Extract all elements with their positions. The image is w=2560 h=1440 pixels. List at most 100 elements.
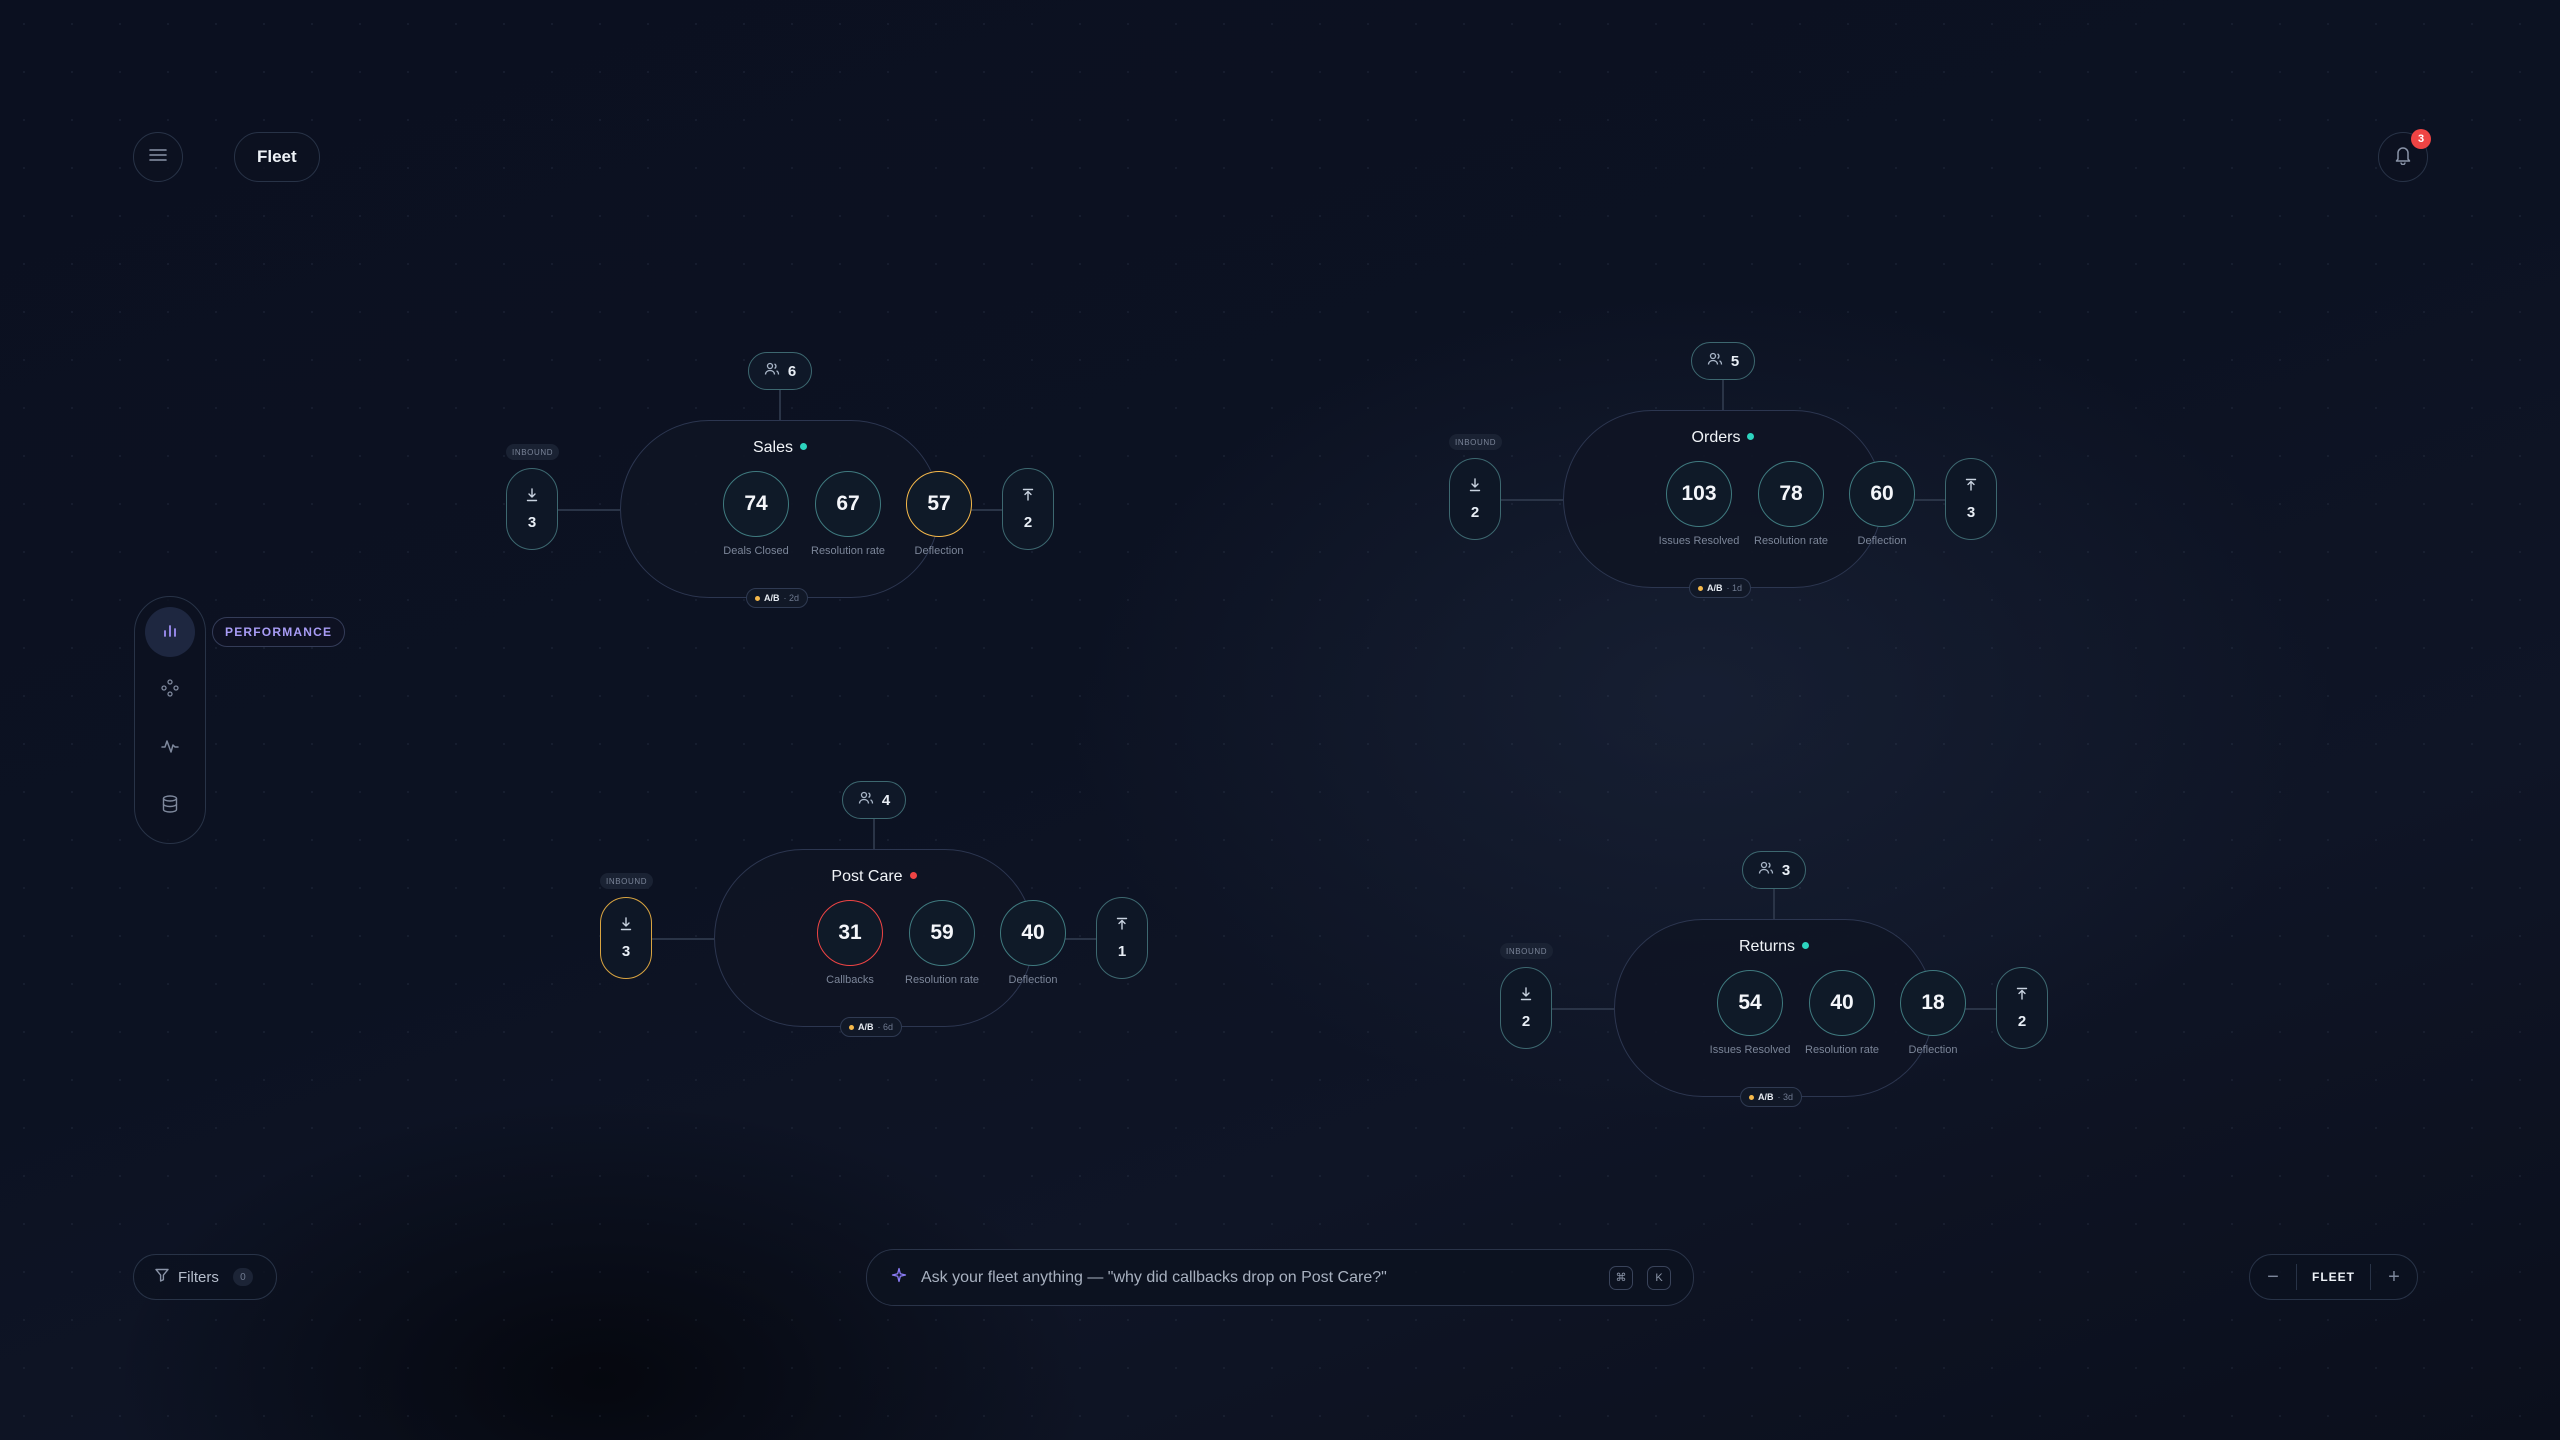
ab-test-pill[interactable]: A/B · 1d <box>1689 578 1752 598</box>
metric-value: 18 <box>1900 970 1966 1036</box>
metric-deals-closed[interactable]: 74 Deals Closed <box>711 471 801 557</box>
metric-label: Resolution rate <box>1805 1044 1879 1056</box>
cluster-card[interactable]: Orders 103 Issues Resolved 78 Resolution rat… <box>1563 410 1915 588</box>
bar-chart-icon <box>161 621 179 644</box>
metric-issues-resolved[interactable]: 54 Issues Resolved <box>1705 970 1795 1056</box>
metric-deflection[interactable]: 18 Deflection <box>1888 970 1978 1056</box>
team-count-pill[interactable]: 4 <box>842 781 906 819</box>
metric-deflection[interactable]: 60 Deflection <box>1837 461 1927 547</box>
upload-icon <box>1965 478 1977 496</box>
people-icon <box>1758 861 1774 879</box>
metric-label: Resolution rate <box>905 974 979 986</box>
ask-fleet-input[interactable] <box>921 1268 1595 1287</box>
outbound-pill[interactable]: 3 <box>1945 458 1997 540</box>
metric-issues-resolved[interactable]: 103 Issues Resolved <box>1654 461 1744 547</box>
metric-label: Resolution rate <box>1754 535 1828 547</box>
sidebar-item-database[interactable] <box>145 781 195 831</box>
metric-label: Deflection <box>914 545 964 557</box>
ab-status-dot <box>849 1024 854 1030</box>
metric-deflection[interactable]: 40 Deflection <box>988 900 1078 986</box>
ab-label: A/B <box>1707 583 1723 593</box>
metric-value: 60 <box>1849 461 1915 527</box>
filters-button[interactable]: Filters 0 <box>133 1254 277 1300</box>
inbound-pill[interactable]: 2 <box>1500 967 1552 1049</box>
people-icon <box>1707 352 1723 370</box>
sidebar-item-nodes[interactable] <box>145 665 195 715</box>
inbound-count: 2 <box>1521 1012 1531 1030</box>
ab-test-pill[interactable]: A/B · 6d <box>840 1017 903 1037</box>
inbound-pill[interactable]: 3 <box>600 897 652 979</box>
metric-resolution-rate[interactable]: 59 Resolution rate <box>897 900 987 986</box>
metric-label: Callbacks <box>826 974 874 986</box>
outbound-pill[interactable]: 2 <box>1002 468 1054 550</box>
cluster-card[interactable]: Returns 54 Issues Resolved 40 Resolution rat… <box>1614 919 1966 1097</box>
database-icon <box>160 794 180 819</box>
upload-icon <box>1116 917 1128 935</box>
team-count: 3 <box>1781 861 1791 879</box>
download-icon <box>1520 986 1532 1005</box>
inbound-tag: INBOUND <box>600 873 654 889</box>
status-dot <box>1747 433 1755 440</box>
team-count-pill[interactable]: 3 <box>1742 851 1806 889</box>
team-count-pill[interactable]: 6 <box>748 352 812 390</box>
outbound-count: 3 <box>1966 503 1976 521</box>
metric-label: Issues Resolved <box>1709 1044 1791 1056</box>
ab-test-pill[interactable]: A/B · 3d <box>1740 1087 1803 1107</box>
inbound-pill[interactable]: 3 <box>506 468 558 550</box>
outbound-pill[interactable]: 1 <box>1096 897 1148 979</box>
ab-status-dot <box>1698 585 1703 591</box>
cluster-post-care[interactable]: 4 INBOUND 3 1 Post Care 31 Callbacks 59 Resoluti… <box>600 781 1160 1051</box>
activity-icon <box>160 736 180 761</box>
download-icon <box>1469 477 1481 496</box>
team-count: 4 <box>881 791 891 809</box>
zoom-in-button[interactable]: + <box>2371 1254 2417 1300</box>
inbound-count: 3 <box>527 513 537 531</box>
metric-resolution-rate[interactable]: 78 Resolution rate <box>1746 461 1836 547</box>
metric-resolution-rate[interactable]: 40 Resolution rate <box>1797 970 1887 1056</box>
workspace-title-button[interactable]: Fleet <box>234 132 320 182</box>
cluster-name: Returns <box>1738 938 1796 955</box>
ab-label: A/B <box>764 593 780 603</box>
metric-deflection[interactable]: 57 Deflection <box>894 471 984 557</box>
cluster-sales[interactable]: 6 INBOUND 3 2 Sales 74 Deals Closed 67 Resolutio… <box>506 352 1066 622</box>
outbound-count: 2 <box>1023 513 1033 531</box>
ab-label: A/B <box>858 1022 874 1032</box>
metric-value: 59 <box>909 900 975 966</box>
sidebar-item-activity[interactable] <box>145 723 195 773</box>
metric-label: Deals Closed <box>723 545 789 557</box>
cluster-orders[interactable]: 5 INBOUND 2 3 Orders 103 Issues Resolved 78 Reso… <box>1449 342 2009 612</box>
notifications-button[interactable]: 3 <box>2378 129 2431 182</box>
team-count-pill[interactable]: 5 <box>1691 342 1755 380</box>
outbound-pill[interactable]: 2 <box>1996 967 2048 1049</box>
cluster-card[interactable]: Sales 74 Deals Closed 67 Resolution rate 57 De… <box>620 420 972 598</box>
team-connector <box>1722 380 1724 411</box>
team-connector <box>1773 889 1775 920</box>
metric-value: 54 <box>1717 970 1783 1036</box>
k-key-hint: K <box>1647 1265 1671 1290</box>
cluster-returns[interactable]: 3 INBOUND 2 2 Returns 54 Issues Resolved 40 Reso… <box>1500 851 2060 1121</box>
status-dot <box>909 872 917 879</box>
bell-icon <box>2394 145 2412 170</box>
sidebar-rail <box>134 596 206 844</box>
metric-callbacks[interactable]: 31 Callbacks <box>805 900 895 986</box>
ab-age: · 2d <box>783 593 800 603</box>
menu-button[interactable] <box>133 132 183 182</box>
ab-test-pill[interactable]: A/B · 2d <box>746 588 809 608</box>
cluster-name: Post Care <box>831 868 903 885</box>
metric-label: Issues Resolved <box>1658 535 1740 547</box>
cluster-card[interactable]: Post Care 31 Callbacks 59 Resolution rate 40 D… <box>714 849 1066 1027</box>
zoom-out-button[interactable]: − <box>2250 1254 2296 1300</box>
inbound-pill[interactable]: 2 <box>1449 458 1501 540</box>
team-count: 5 <box>1730 352 1740 370</box>
zoom-control: − FLEET + <box>2249 1254 2418 1300</box>
inbound-count: 3 <box>621 942 631 960</box>
sparkle-icon <box>891 1267 907 1288</box>
inbound-tag: INBOUND <box>1449 434 1503 450</box>
metric-resolution-rate[interactable]: 67 Resolution rate <box>803 471 893 557</box>
metric-value: 74 <box>723 471 789 537</box>
sidebar-item-performance[interactable] <box>145 607 195 657</box>
metric-value: 57 <box>906 471 972 537</box>
team-connector <box>779 390 781 421</box>
ab-status-dot <box>1749 1094 1754 1100</box>
filters-count-badge: 0 <box>232 1268 253 1286</box>
